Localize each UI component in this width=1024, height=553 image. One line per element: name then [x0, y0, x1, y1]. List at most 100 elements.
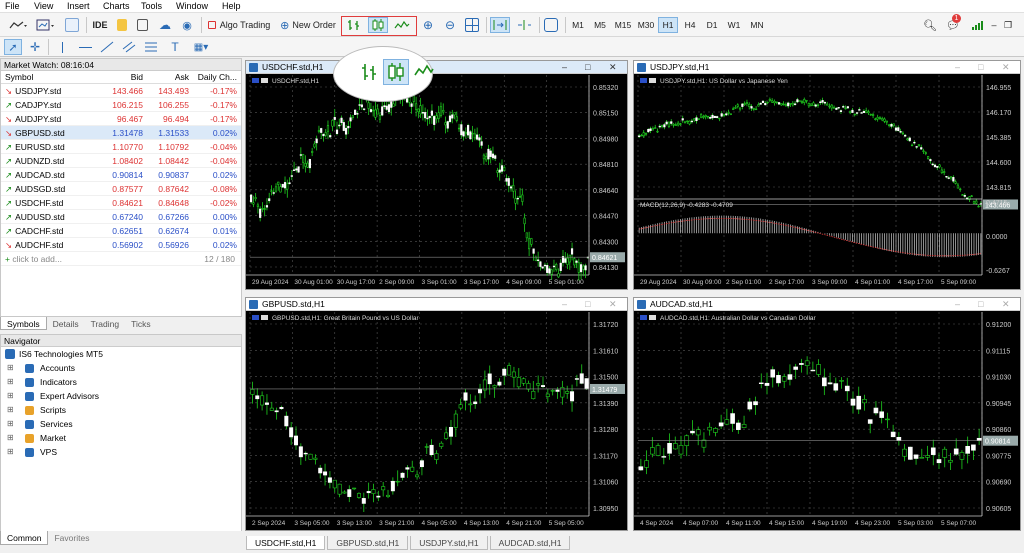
minimize-chart-button[interactable]: – — [562, 61, 567, 74]
signals-button[interactable]: ◉ — [178, 17, 196, 33]
navigator-item[interactable]: ⊞ Scripts — [1, 403, 241, 417]
chart-titlebar[interactable]: GBPUSD.std,H1– □ ✕ — [246, 298, 627, 311]
close-chart-button[interactable]: ✕ — [1002, 298, 1010, 311]
tf-w1-button[interactable]: W1 — [724, 17, 744, 33]
minimize-chart-button[interactable]: – — [562, 298, 567, 311]
menu-insert[interactable]: Insert — [67, 1, 90, 11]
tab-symbols[interactable]: Symbols — [0, 317, 47, 330]
cloud-button[interactable]: ☁ — [156, 17, 174, 33]
new-chart-button[interactable] — [6, 17, 30, 33]
autoscroll-button[interactable] — [490, 17, 510, 33]
chart-tab-gbpusd[interactable]: GBPUSD.std,H1 — [327, 536, 409, 550]
table-row[interactable]: ↗ EURUSD.std 1.10770 1.10792 -0.04% — [1, 140, 241, 154]
chart-canvas[interactable]: 0.91200 0.91115 0.91030 0.90945 0.90860 0.907… — [634, 312, 1018, 528]
minimize-chart-button[interactable]: – — [955, 298, 960, 311]
zoom-in-button[interactable]: ⊕ — [419, 17, 437, 33]
menu-charts[interactable]: Charts — [103, 1, 130, 11]
tf-m15-button[interactable]: M15 — [612, 17, 634, 33]
tf-d1-button[interactable]: D1 — [702, 17, 722, 33]
menu-tools[interactable]: Tools — [141, 1, 162, 11]
tab-favorites[interactable]: Favorites — [48, 531, 95, 545]
tf-h4-button[interactable]: H4 — [680, 17, 700, 33]
channel-button[interactable] — [120, 39, 138, 55]
profiles-button[interactable] — [34, 17, 58, 33]
col-symbol[interactable]: Symbol — [1, 71, 105, 83]
tile-windows-button[interactable] — [463, 17, 481, 33]
cursor-tool-button[interactable]: ➚ — [4, 39, 22, 55]
tf-m1-button[interactable]: M1 — [568, 17, 588, 33]
chart-window-usdchf[interactable]: USDCHF.std,H1– □ ✕ 0.85320 0.85150 0.84980 0.8… — [245, 60, 628, 290]
col-daily-change[interactable]: Daily Ch... — [191, 71, 241, 83]
table-row[interactable]: ↘ AUDJPY.std 96.467 96.494 -0.17% — [1, 112, 241, 126]
chart-titlebar[interactable]: USDCHF.std,H1– □ ✕ — [246, 61, 627, 74]
vertical-line-button[interactable] — [54, 39, 70, 55]
col-bid[interactable]: Bid — [105, 71, 145, 83]
fibonacci-button[interactable] — [142, 39, 160, 55]
chart-window-usdjpy[interactable]: USDJPY.std,H1– □ ✕ 146.955 146.170 145.385 144… — [633, 60, 1021, 290]
tab-trading[interactable]: Trading — [85, 317, 126, 330]
text-tool-button[interactable]: T — [166, 39, 184, 55]
close-chart-button[interactable]: ✕ — [609, 61, 617, 74]
table-row[interactable]: ↗ AUDCAD.std 0.90814 0.90837 0.02% — [1, 168, 241, 182]
line-chart-button[interactable] — [392, 17, 412, 33]
box-button[interactable] — [134, 17, 150, 33]
shapes-button[interactable]: ▦▾ — [188, 39, 214, 55]
add-symbol-row[interactable]: + click to add... 12 / 180 — [1, 252, 241, 266]
tf-m30-button[interactable]: M30 — [635, 17, 657, 33]
maximize-chart-button[interactable]: □ — [978, 61, 983, 74]
new-order-button[interactable]: ⊕ New Order — [278, 17, 338, 33]
table-row[interactable]: ↗ AUDNZD.std 1.08402 1.08442 -0.04% — [1, 154, 241, 168]
maximize-chart-button[interactable]: □ — [978, 298, 983, 311]
chart-titlebar[interactable]: USDJPY.std,H1– □ ✕ — [634, 61, 1020, 74]
chart-canvas[interactable]: 146.955 146.170 145.385 144.600 143.815 29 Au… — [634, 75, 1018, 287]
tab-common[interactable]: Common — [0, 531, 49, 545]
menu-window[interactable]: Window — [176, 1, 208, 11]
chart-window-gbpusd[interactable]: GBPUSD.std,H1– □ ✕ 1.31720 1.31610 1.31500 1.3… — [245, 297, 628, 531]
close-chart-button[interactable]: ✕ — [1002, 61, 1010, 74]
notifications-button[interactable]: 💬︎ 1 — [944, 14, 962, 33]
table-row[interactable]: ↗ AUDUSD.std 0.67240 0.67266 0.00% — [1, 210, 241, 224]
horizontal-line-button[interactable] — [76, 39, 94, 55]
algo-trading-button[interactable]: Algo Trading — [206, 17, 272, 33]
navigator-item[interactable]: ⊞ Services — [1, 417, 241, 431]
ide-button[interactable]: IDE — [90, 17, 110, 33]
zoom-out-button[interactable]: ⊖ — [441, 17, 459, 33]
chart-titlebar[interactable]: AUDCAD.std,H1– □ ✕ — [634, 298, 1020, 311]
navigator-item[interactable]: ⊞ Accounts — [1, 361, 241, 375]
maximize-chart-button[interactable]: □ — [585, 61, 590, 74]
chart-shift-button[interactable] — [514, 17, 534, 33]
navigator-item[interactable]: ⊞ Market — [1, 431, 241, 445]
tab-details[interactable]: Details — [47, 317, 85, 330]
tab-ticks[interactable]: Ticks — [125, 317, 157, 330]
bar-chart-button[interactable] — [344, 17, 364, 33]
navigator-item[interactable]: ⊞ Indicators — [1, 375, 241, 389]
close-chart-button[interactable]: ✕ — [609, 298, 617, 311]
table-row[interactable]: ↗ CADCHF.std 0.62651 0.62674 0.01% — [1, 224, 241, 238]
table-row[interactable]: ↗ AUDSGD.std 0.87577 0.87642 -0.08% — [1, 182, 241, 196]
table-row[interactable]: ↗ CADJPY.std 106.215 106.255 -0.17% — [1, 98, 241, 112]
table-row[interactable]: ↗ USDCHF.std 0.84621 0.84648 -0.02% — [1, 196, 241, 210]
candlestick-button[interactable] — [368, 17, 388, 33]
navigator-item[interactable]: ⊞ Expert Advisors — [1, 389, 241, 403]
table-row[interactable]: ↘ USDJPY.std 143.466 143.493 -0.17% — [1, 84, 241, 98]
menu-help[interactable]: Help — [222, 1, 241, 11]
tf-mn-button[interactable]: MN — [746, 17, 768, 33]
trendline-button[interactable] — [98, 39, 116, 55]
maximize-chart-button[interactable]: □ — [585, 298, 590, 311]
tf-m5-button[interactable]: M5 — [590, 17, 610, 33]
restore-button[interactable]: ❐ — [1002, 17, 1014, 33]
table-row[interactable]: ↘ GBPUSD.std 1.31478 1.31533 0.02% — [1, 126, 241, 140]
signal-strength-button[interactable] — [970, 17, 986, 33]
chart-canvas[interactable]: 1.31720 1.31610 1.31500 1.31390 1.31280 1.311… — [246, 312, 625, 528]
screenshot-button[interactable] — [542, 17, 560, 33]
chart-tab-audcad[interactable]: AUDCAD.std,H1 — [489, 536, 571, 550]
chart-window-audcad[interactable]: AUDCAD.std,H1– □ ✕ 0.91200 0.91115 0.91030 0.9… — [633, 297, 1021, 531]
navigator-item[interactable]: ⊞ VPS — [1, 445, 241, 459]
menu-file[interactable]: File — [5, 1, 20, 11]
lock-button[interactable] — [114, 17, 130, 33]
chart-canvas[interactable]: 0.85320 0.85150 0.84980 0.84810 0.84640 0.844… — [246, 75, 625, 287]
chart-tab-usdjpy[interactable]: USDJPY.std,H1 — [410, 536, 488, 550]
col-ask[interactable]: Ask — [145, 71, 191, 83]
minimize-chart-button[interactable]: – — [955, 61, 960, 74]
market-watch-button[interactable] — [62, 17, 82, 33]
